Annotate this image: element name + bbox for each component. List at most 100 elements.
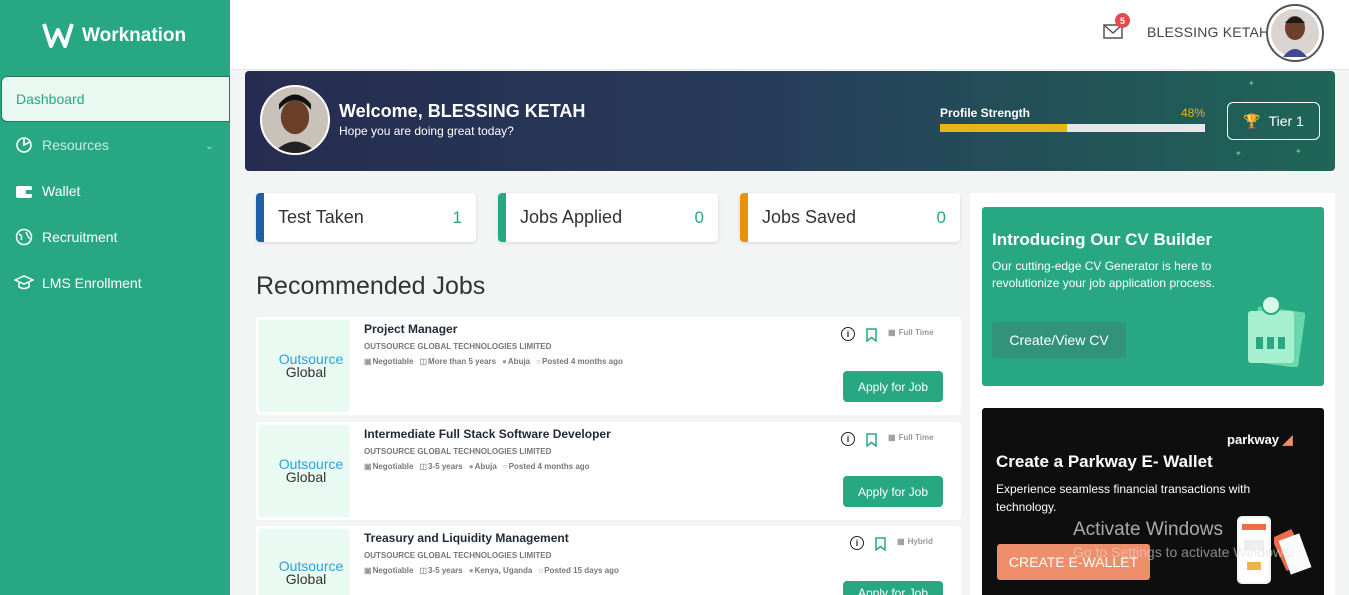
- stat-value: 1: [452, 207, 462, 227]
- top-bar: 5 BLESSING KETAH: [230, 0, 1349, 70]
- job-type: ▦ Full Time: [888, 328, 934, 337]
- parkway-card: parkway ◢ Create a Parkway E- Wallet Exp…: [982, 408, 1324, 595]
- job-salary: Negotiable: [372, 462, 414, 471]
- brand-logo[interactable]: Worknation: [42, 22, 186, 50]
- apply-button[interactable]: Apply for Job: [843, 476, 943, 507]
- notification-badge: 5: [1115, 13, 1130, 28]
- money-icon: ▣: [364, 566, 372, 575]
- sidebar-item-dashboard[interactable]: Dashboard: [1, 76, 230, 122]
- sparkle-icon: ✦: [1248, 79, 1255, 88]
- windows-activation-title: Activate Windows: [1073, 519, 1223, 540]
- job-title[interactable]: Intermediate Full Stack Software Develop…: [364, 427, 611, 441]
- stat-card-jobs-applied[interactable]: Jobs Applied 0: [498, 193, 718, 242]
- job-type: ▦ Hybrid: [897, 537, 933, 546]
- company-logo: Outsource Global: [259, 425, 349, 517]
- graduation-cap-icon: [14, 273, 34, 293]
- job-card[interactable]: Outsource Global Intermediate Full Stack…: [256, 422, 961, 520]
- job-location: Kenya, Uganda: [474, 566, 533, 575]
- job-title[interactable]: Project Manager: [364, 322, 457, 336]
- stat-value: 0: [694, 207, 704, 227]
- building-icon: ▦: [888, 328, 896, 337]
- job-company: OUTSOURCE GLOBAL TECHNOLOGIES LIMITED: [364, 447, 552, 456]
- apply-button[interactable]: Apply for Job: [843, 581, 943, 595]
- briefcase-icon: ◫: [419, 462, 428, 471]
- sidebar-item-label: Wallet: [42, 183, 81, 199]
- avatar[interactable]: [1266, 4, 1324, 62]
- info-icon[interactable]: i: [850, 536, 864, 550]
- logo-text: Global: [285, 571, 327, 587]
- globe-icon: [14, 227, 34, 247]
- sparkle-icon: ✦: [1295, 147, 1302, 156]
- brand-name: Worknation: [82, 25, 187, 46]
- info-icon[interactable]: i: [841, 432, 855, 446]
- stat-accent-bar: [256, 193, 264, 242]
- sidebar: Worknation Dashboard Resources ⌄ Wallet …: [0, 0, 230, 595]
- job-experience: 3-5 years: [428, 566, 463, 575]
- job-company: OUTSOURCE GLOBAL TECHNOLOGIES LIMITED: [364, 342, 552, 351]
- money-icon: ▣: [364, 462, 372, 471]
- location-pin-icon: ●: [468, 462, 474, 471]
- cv-builder-title: Introducing Our CV Builder: [992, 230, 1213, 249]
- sidebar-item-resources[interactable]: Resources ⌄: [0, 122, 230, 168]
- tier-badge[interactable]: 🏆 Tier 1: [1227, 102, 1320, 140]
- info-icon[interactable]: i: [841, 327, 855, 341]
- windows-activation-subtitle: Go to Settings to activate Windows.: [1073, 544, 1294, 560]
- job-experience: More than 5 years: [428, 357, 497, 366]
- profile-strength-label: Profile Strength: [940, 106, 1031, 120]
- job-title[interactable]: Treasury and Liquidity Management: [364, 531, 569, 545]
- stat-card-test-taken[interactable]: Test Taken 1: [256, 193, 476, 242]
- cv-document-icon: [1248, 295, 1306, 367]
- sidebar-item-label: LMS Enrollment: [42, 275, 142, 291]
- job-meta: ▣Negotiable ◫3-5 years ●Abuja ○Posted 4 …: [364, 462, 590, 471]
- stat-accent-bar: [740, 193, 748, 242]
- sidebar-item-recruitment[interactable]: Recruitment: [0, 214, 230, 260]
- location-pin-icon: ●: [468, 566, 474, 575]
- stat-card-jobs-saved[interactable]: Jobs Saved 0: [740, 193, 960, 242]
- job-type-label: Full Time: [898, 433, 934, 442]
- chevron-down-icon: ⌄: [204, 139, 214, 152]
- bookmark-icon[interactable]: [866, 433, 877, 447]
- create-view-cv-button[interactable]: Create/View CV: [992, 322, 1126, 358]
- cv-builder-text: Our cutting-edge CV Generator is here to…: [992, 259, 1215, 290]
- job-company: OUTSOURCE GLOBAL TECHNOLOGIES LIMITED: [364, 551, 552, 560]
- parkway-logo-text: parkway: [1227, 432, 1280, 447]
- company-logo: Outsource Global: [259, 529, 349, 595]
- sidebar-item-wallet[interactable]: Wallet: [0, 168, 230, 214]
- welcome-banner: ✦ ✦ ✦ Welcome, BLESSING KETAH Hope you a…: [245, 71, 1335, 171]
- money-icon: ▣: [364, 357, 372, 366]
- worknation-logo-icon: [42, 23, 74, 48]
- bookmark-icon[interactable]: [866, 328, 877, 342]
- job-location: Abuja: [474, 462, 497, 471]
- job-posted: Posted 4 months ago: [541, 357, 623, 366]
- sidebar-item-lms-enrollment[interactable]: LMS Enrollment: [0, 260, 230, 306]
- stat-accent-bar: [498, 193, 506, 242]
- apply-button[interactable]: Apply for Job: [843, 371, 943, 402]
- job-card[interactable]: Outsource Global Treasury and Liquidity …: [256, 526, 961, 595]
- logo-text: Global: [285, 469, 327, 485]
- job-salary: Negotiable: [372, 566, 414, 575]
- stat-label: Test Taken: [278, 207, 364, 227]
- sidebar-item-label: Resources: [42, 137, 109, 153]
- bookmark-icon[interactable]: [875, 537, 886, 551]
- clock-icon: ○: [538, 566, 544, 575]
- profile-strength-value: 48%: [1181, 106, 1206, 120]
- job-experience: 3-5 years: [428, 462, 463, 471]
- stat-label: Jobs Saved: [762, 207, 857, 227]
- job-type-label: Hybrid: [907, 537, 933, 546]
- stat-label: Jobs Applied: [520, 207, 623, 227]
- user-name[interactable]: BLESSING KETAH: [1147, 24, 1269, 40]
- stat-value: 0: [936, 207, 946, 227]
- profile-strength-fill: [940, 124, 1068, 132]
- job-salary: Negotiable: [372, 357, 414, 366]
- parkway-logo: parkway ◢: [1227, 432, 1293, 448]
- job-type-label: Full Time: [898, 328, 934, 337]
- briefcase-icon: ◫: [419, 566, 428, 575]
- profile-strength-bar: [940, 124, 1205, 132]
- job-card[interactable]: Outsource Global Project Manager OUTSOUR…: [256, 317, 961, 415]
- sidebar-item-label: Recruitment: [42, 229, 118, 245]
- parkway-text: Experience seamless financial transactio…: [996, 482, 1251, 514]
- recommended-jobs-heading: Recommended Jobs: [256, 272, 486, 300]
- location-pin-icon: ●: [502, 357, 507, 366]
- clock-icon: ○: [502, 462, 508, 471]
- sidebar-item-label: Dashboard: [16, 91, 85, 107]
